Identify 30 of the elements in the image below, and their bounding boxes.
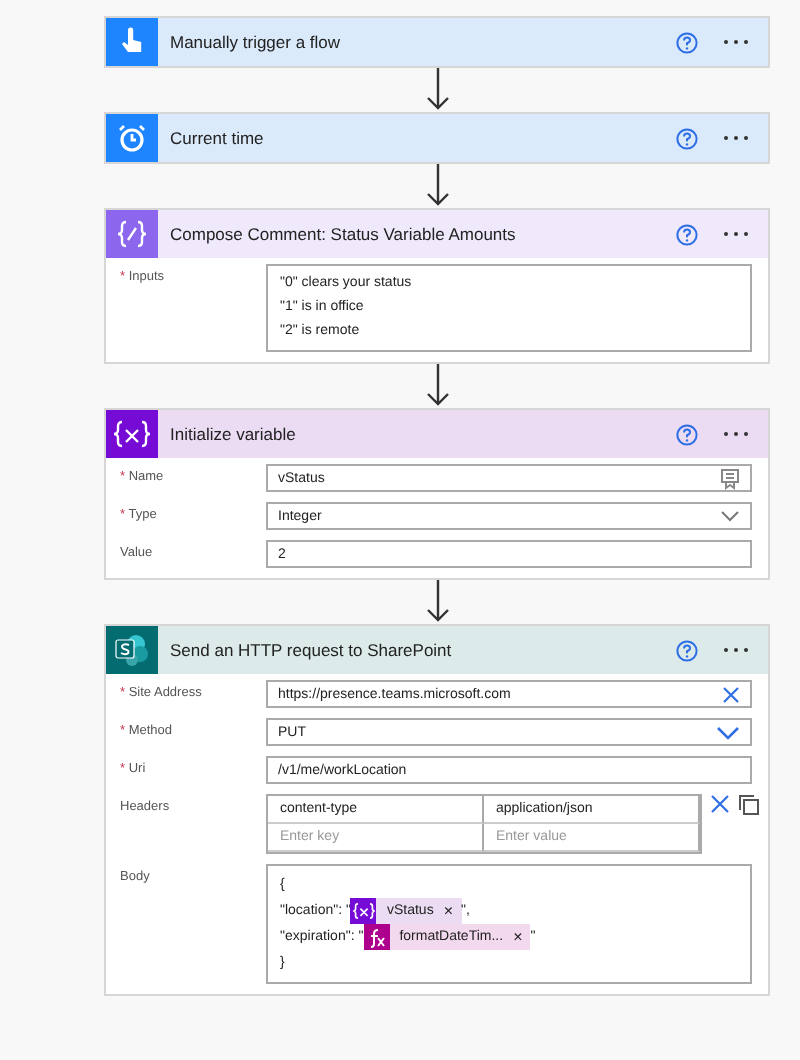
help-icon[interactable] [676,31,698,53]
help-icon[interactable] [676,127,698,149]
help-icon[interactable] [676,639,698,661]
card-header[interactable]: Manually trigger a flow [106,18,768,66]
card-header[interactable]: Initialize variable [106,410,768,458]
close-icon[interactable] [710,794,730,814]
arrow-connector [425,164,449,208]
more-options-icon[interactable] [722,230,750,238]
card-title: Initialize variable [170,424,298,444]
more-options-icon[interactable] [722,134,750,142]
card-header[interactable]: Compose Comment: Status Variable Amounts [106,210,768,258]
card-title: Send an HTTP request to SharePoint [170,640,454,660]
help-icon[interactable] [676,223,698,245]
card-title: Manually trigger a flow [170,32,343,52]
copy-icon[interactable] [738,794,760,816]
card-header[interactable]: Current time [106,114,768,162]
arrow-connector [425,68,449,112]
more-options-icon[interactable] [722,646,750,654]
clear-icon[interactable] [722,685,740,703]
arrow-connector [425,580,449,624]
chevron-down-icon[interactable] [720,510,740,522]
more-options-icon[interactable] [722,38,750,46]
more-options-icon[interactable] [722,430,750,438]
card-header[interactable]: Send an HTTP request to SharePoint [106,626,768,674]
picker-icon[interactable] [720,467,740,489]
help-icon[interactable] [676,423,698,445]
card-title: Compose Comment: Status Variable Amounts [170,224,518,244]
card-title: Current time [170,128,266,148]
chevron-down-icon[interactable] [716,725,740,739]
arrow-connector [425,364,449,408]
